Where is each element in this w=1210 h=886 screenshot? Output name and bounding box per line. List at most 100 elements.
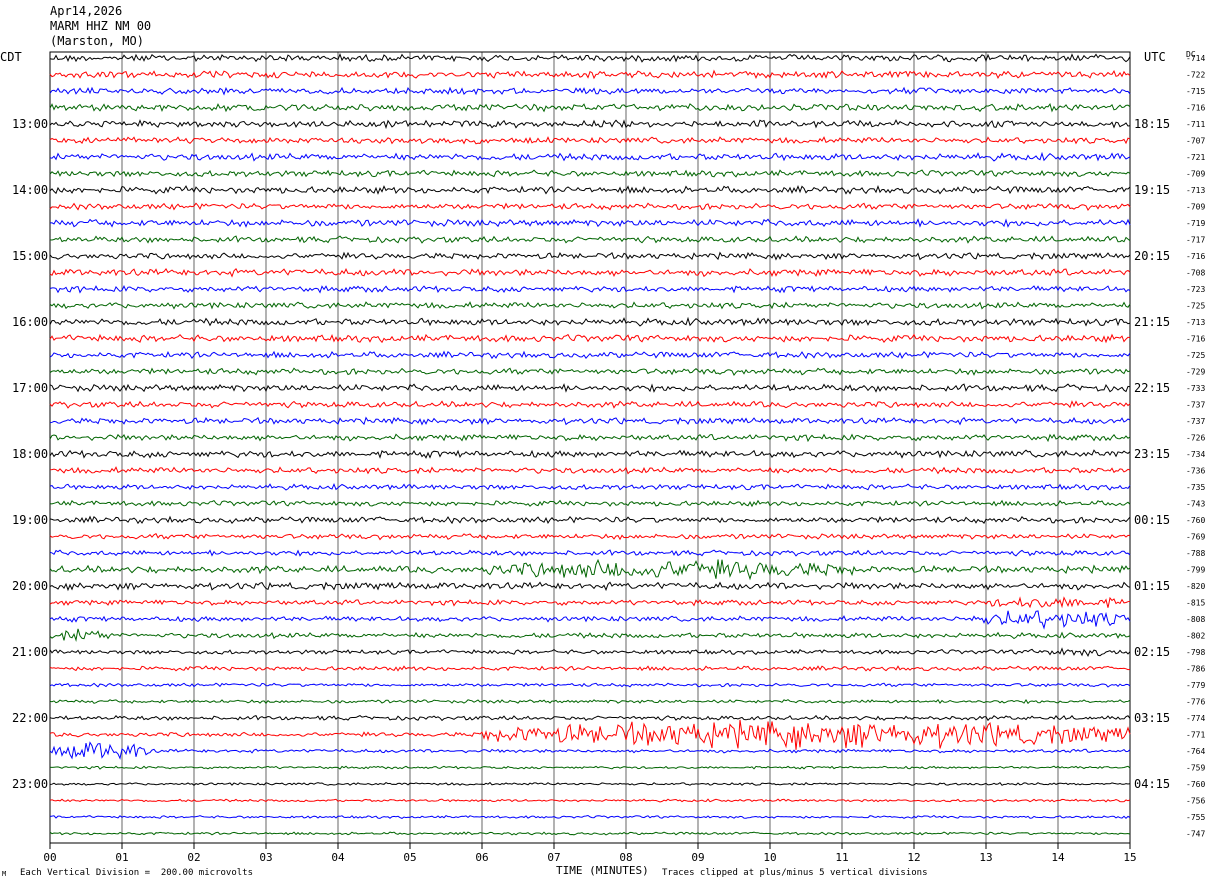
dc-offset-label: -725 [1186, 351, 1205, 360]
dc-offset-label: -737 [1186, 417, 1205, 426]
dc-offset-label: -815 [1186, 599, 1205, 608]
seismic-trace [49, 831, 1131, 836]
seismic-trace [49, 400, 1131, 409]
cdt-time-label: 14:00 [12, 183, 48, 197]
corner-mark: M [2, 870, 7, 878]
seismic-trace [49, 136, 1131, 145]
x-tick-label: 12 [907, 851, 920, 864]
x-tick-label: 04 [331, 851, 345, 864]
seismic-trace [49, 285, 1131, 294]
seismic-trace [49, 798, 1131, 803]
utc-time-label: 18:15 [1134, 117, 1170, 131]
utc-time-label: 04:15 [1134, 777, 1170, 791]
seismic-trace [49, 482, 1131, 491]
dc-offset-label: -779 [1186, 681, 1205, 690]
dc-offset-label: -764 [1186, 747, 1205, 756]
dc-offset-label: -774 [1186, 714, 1205, 723]
dc-offset-label: -723 [1186, 285, 1205, 294]
dc-offset-label: -709 [1186, 203, 1205, 212]
dc-offset-label: -717 [1186, 236, 1205, 245]
helicorder-plot: 00 01 02 03 04 05 06 07 08 09 10 11 12 13 14 15 -714 -722… [12, 51, 1205, 864]
cdt-time-label: 23:00 [12, 777, 48, 791]
seismic-trace [49, 333, 1131, 344]
x-tick-label: 09 [691, 851, 704, 864]
seismic-trace [49, 765, 1131, 770]
dc-offset-label: -799 [1186, 566, 1205, 575]
cdt-time-label: 19:00 [12, 513, 48, 527]
seismic-trace [49, 52, 1131, 63]
dc-offset-label: -735 [1186, 483, 1205, 492]
dc-offset-label: -743 [1186, 500, 1205, 509]
cdt-time-label: 22:00 [12, 711, 48, 725]
dc-offset-label: -715 [1186, 87, 1205, 96]
seismic-trace [49, 814, 1131, 819]
x-tick-label: 08 [619, 851, 632, 864]
seismic-trace [49, 714, 1131, 722]
dc-offset-label: -711 [1186, 120, 1205, 129]
dc-offset-label: -713 [1186, 186, 1205, 195]
seismic-trace [49, 581, 1131, 592]
utc-time-label: 02:15 [1134, 645, 1170, 659]
seismic-trace [49, 202, 1131, 211]
dc-offset-label: -726 [1186, 434, 1205, 443]
dc-offset-label: -709 [1186, 170, 1205, 179]
seismic-trace [49, 466, 1131, 475]
dc-offset-label: -707 [1186, 137, 1205, 146]
utc-time-label: 19:15 [1134, 183, 1170, 197]
seismic-trace [49, 515, 1131, 525]
utc-time-label: 01:15 [1134, 579, 1170, 593]
dc-offset-label: -708 [1186, 269, 1205, 278]
seismic-trace [49, 449, 1131, 459]
seismic-trace [49, 698, 1131, 705]
seismic-trace [49, 119, 1131, 130]
dc-offset-label: -722 [1186, 71, 1205, 80]
utc-time-label: 03:15 [1134, 711, 1170, 725]
utc-time-label: 00:15 [1134, 513, 1170, 527]
dc-offset-label: -776 [1186, 698, 1205, 707]
seismic-trace [49, 251, 1131, 261]
dc-offset-label: -756 [1186, 797, 1205, 806]
seismic-trace [49, 267, 1131, 278]
seismic-trace [49, 367, 1131, 376]
x-tick-label: 06 [475, 851, 488, 864]
plot-frame [49, 51, 1131, 844]
scale-note: Each Vertical Division = 200.00 microvol… [20, 868, 253, 878]
seismic-trace [49, 235, 1131, 244]
x-axis-title: TIME (MINUTES) [556, 864, 649, 877]
seismic-trace [49, 665, 1131, 672]
dc-offset-label: -734 [1186, 450, 1205, 459]
seismic-trace [49, 719, 1131, 750]
cdt-time-label: 13:00 [12, 117, 48, 131]
seismic-trace [49, 781, 1131, 786]
seismic-trace [49, 316, 1131, 327]
seismic-trace [49, 558, 1131, 581]
cdt-time-label: 20:00 [12, 579, 48, 593]
x-tick-label: 01 [115, 851, 128, 864]
dc-offset-label: -755 [1186, 813, 1205, 822]
seismic-trace [49, 533, 1131, 541]
utc-time-label: 20:15 [1134, 249, 1170, 263]
dc-offset-label: -808 [1186, 615, 1205, 624]
dc-offset-label: -725 [1186, 302, 1205, 311]
seismic-trace [49, 69, 1131, 80]
cdt-time-label: 15:00 [12, 249, 48, 263]
seismic-trace [49, 647, 1131, 658]
utc-time-label: 23:15 [1134, 447, 1170, 461]
x-tick-label: 11 [835, 851, 848, 864]
dc-offset-label: -798 [1186, 648, 1205, 657]
dc-offset-label: -719 [1186, 219, 1205, 228]
dc-offset-label: -786 [1186, 665, 1205, 674]
dc-offset-label: -771 [1186, 731, 1205, 740]
cdt-time-label: 18:00 [12, 447, 48, 461]
dc-offset-label: -788 [1186, 549, 1205, 558]
dc-offset-label: -760 [1186, 516, 1205, 525]
dc-offset-label: -716 [1186, 252, 1205, 261]
x-tick-label: 15 [1123, 851, 1136, 864]
dc-offset-label: -760 [1186, 780, 1205, 789]
seismic-trace [49, 169, 1131, 178]
seismic-trace [49, 185, 1131, 195]
dc-offset-label: -714 [1186, 54, 1205, 63]
x-tick-label: 14 [1051, 851, 1065, 864]
seismic-trace [49, 350, 1131, 360]
x-tick-label: 03 [259, 851, 272, 864]
